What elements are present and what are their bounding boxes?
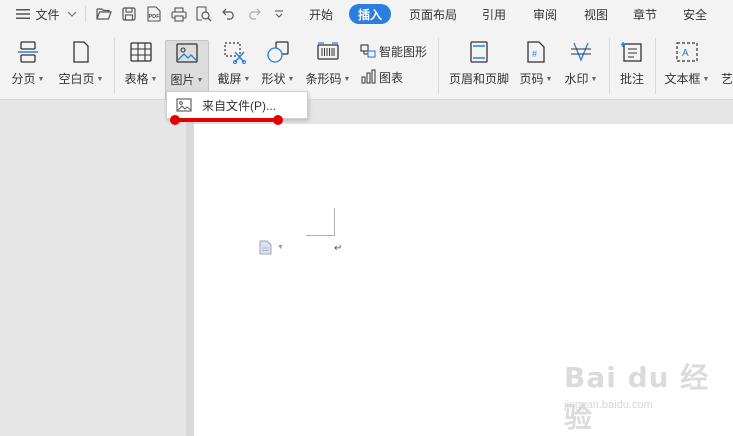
tab-review[interactable]: 审阅 [527,4,563,24]
screenshot-button[interactable]: 截屏 ▼ [210,28,258,92]
from-file-label: 来自文件(P)... [202,98,276,113]
caret-down-icon: ▼ [196,77,204,85]
caret-down-icon: ▼ [545,76,553,84]
shape-icon [267,41,289,63]
caret-down-icon: ▼ [37,76,45,84]
smart-art-icon [360,44,376,58]
art-text-button[interactable]: 艺 [716,28,733,92]
pdf-icon-text: PDF [149,14,161,20]
annotation-dot-right [273,115,283,125]
textbox-button[interactable]: A 文本框 ▼ [660,28,714,92]
textbox-label: 文本框 [664,72,701,86]
page-break-button[interactable]: 分页 ▼ [6,28,50,92]
chart-icon [361,69,376,84]
page-number-button[interactable]: # 页码 ▼ [516,28,556,92]
watermark-url: jingyan.baidu.com [564,399,653,411]
caret-down-icon: ▼ [243,76,251,84]
file-menu-label: 文件 [35,7,60,22]
baidu-watermark: Bai du 经验 jingyan.baidu.com [560,356,710,434]
undo-icon[interactable] [220,5,238,23]
open-icon[interactable] [95,5,113,23]
hamburger-icon [16,9,31,19]
tab-home[interactable]: 开始 [302,4,340,24]
caret-down-icon: ▼ [150,76,158,84]
watermark-brand: Bai du 经验 [564,361,710,434]
watermark-icon [571,42,591,62]
blank-page-label: 空白页 [58,72,95,86]
comment-label: 批注 [619,72,644,86]
divider [85,6,86,22]
paste-options-icon[interactable]: ▼ [259,239,289,255]
tab-insert[interactable]: 插入 [349,4,391,24]
chart-label: 图表 [379,70,404,85]
caret-down-icon: ▼ [590,76,598,84]
save-icon[interactable] [120,5,138,23]
caret-down-icon: ▼ [343,76,351,84]
screenshot-label: 截屏 [217,72,242,86]
print-preview-icon[interactable] [195,5,213,23]
tab-chapter[interactable]: 章节 [627,4,663,24]
chevron-down-icon[interactable] [64,0,80,28]
comment-button[interactable]: 批注 [614,28,650,92]
margin-corner-mark [306,208,335,236]
shape-label: 形状 [261,72,286,86]
divider [438,38,439,94]
paragraph-mark: ↵ [334,243,343,254]
barcode-icon [317,42,339,60]
table-label: 表格 [124,72,149,86]
page-break-label: 分页 [11,72,36,86]
tab-view[interactable]: 视图 [578,4,614,24]
page-shadow [186,120,194,436]
blank-page-button[interactable]: 空白页 ▼ [55,28,107,92]
picture-dropdown: 来自文件(P)... [166,91,308,119]
caret-down-icon: ▼ [277,243,284,251]
art-text-label: 艺 [721,72,733,86]
comment-icon [621,42,642,62]
divider [609,38,610,94]
header-footer-label: 页眉和页脚 [448,72,509,86]
page-break-icon [18,41,38,63]
tab-page-layout[interactable]: 页面布局 [404,4,462,24]
image-file-icon [176,98,192,112]
ribbon: 分页 ▼ 空白页 ▼ 表格 ▼ 图片 ▼ 截屏 ▼ 形状 ▼ 条形码 ▼ 智能图形 图表 页眉… [0,28,733,100]
more-icon[interactable] [270,5,288,23]
caret-down-icon: ▼ [96,76,104,84]
header-footer-button[interactable]: 页眉和页脚 [444,28,514,92]
chart-button[interactable]: 图表 [360,68,403,86]
svg-text:#: # [532,49,537,59]
picture-icon [176,43,198,63]
table-icon [130,42,152,62]
caret-down-icon: ▼ [702,76,710,84]
blank-page-icon [73,41,89,63]
page-number-icon: # [527,41,545,63]
shape-button[interactable]: 形状 ▼ [256,28,300,92]
table-button[interactable]: 表格 ▼ [119,28,163,92]
menu-bar: 文件 PDF 开始 插入 页面布局 引用 审阅 视图 章节 安全 [0,0,733,28]
print-icon[interactable] [170,5,188,23]
smart-art-button[interactable]: 智能图形 [360,42,427,60]
caret-down-icon: ▼ [287,76,295,84]
barcode-button[interactable]: 条形码 ▼ [302,28,354,92]
redo-icon[interactable] [245,5,263,23]
from-file-menu-item[interactable]: 来自文件(P)... [168,93,306,117]
watermark-button[interactable]: 水印 ▼ [560,28,602,92]
barcode-label: 条形码 [305,72,342,86]
svg-text:A: A [682,48,689,59]
smart-art-label: 智能图形 [379,44,428,59]
page-number-label: 页码 [519,72,544,86]
screenshot-icon [224,42,246,64]
watermark-label: 水印 [564,72,589,86]
divider [655,38,656,94]
divider [114,38,115,94]
annotation-dot-left [170,115,180,125]
file-menu[interactable]: 文件 [12,0,64,28]
pdf-icon[interactable]: PDF [145,5,163,23]
tab-references[interactable]: 引用 [476,4,512,24]
tab-security[interactable]: 安全 [677,4,713,24]
textbox-icon: A [676,42,698,62]
picture-label: 图片 [170,73,195,87]
annotation-underline [174,118,279,122]
header-footer-icon [470,41,488,63]
